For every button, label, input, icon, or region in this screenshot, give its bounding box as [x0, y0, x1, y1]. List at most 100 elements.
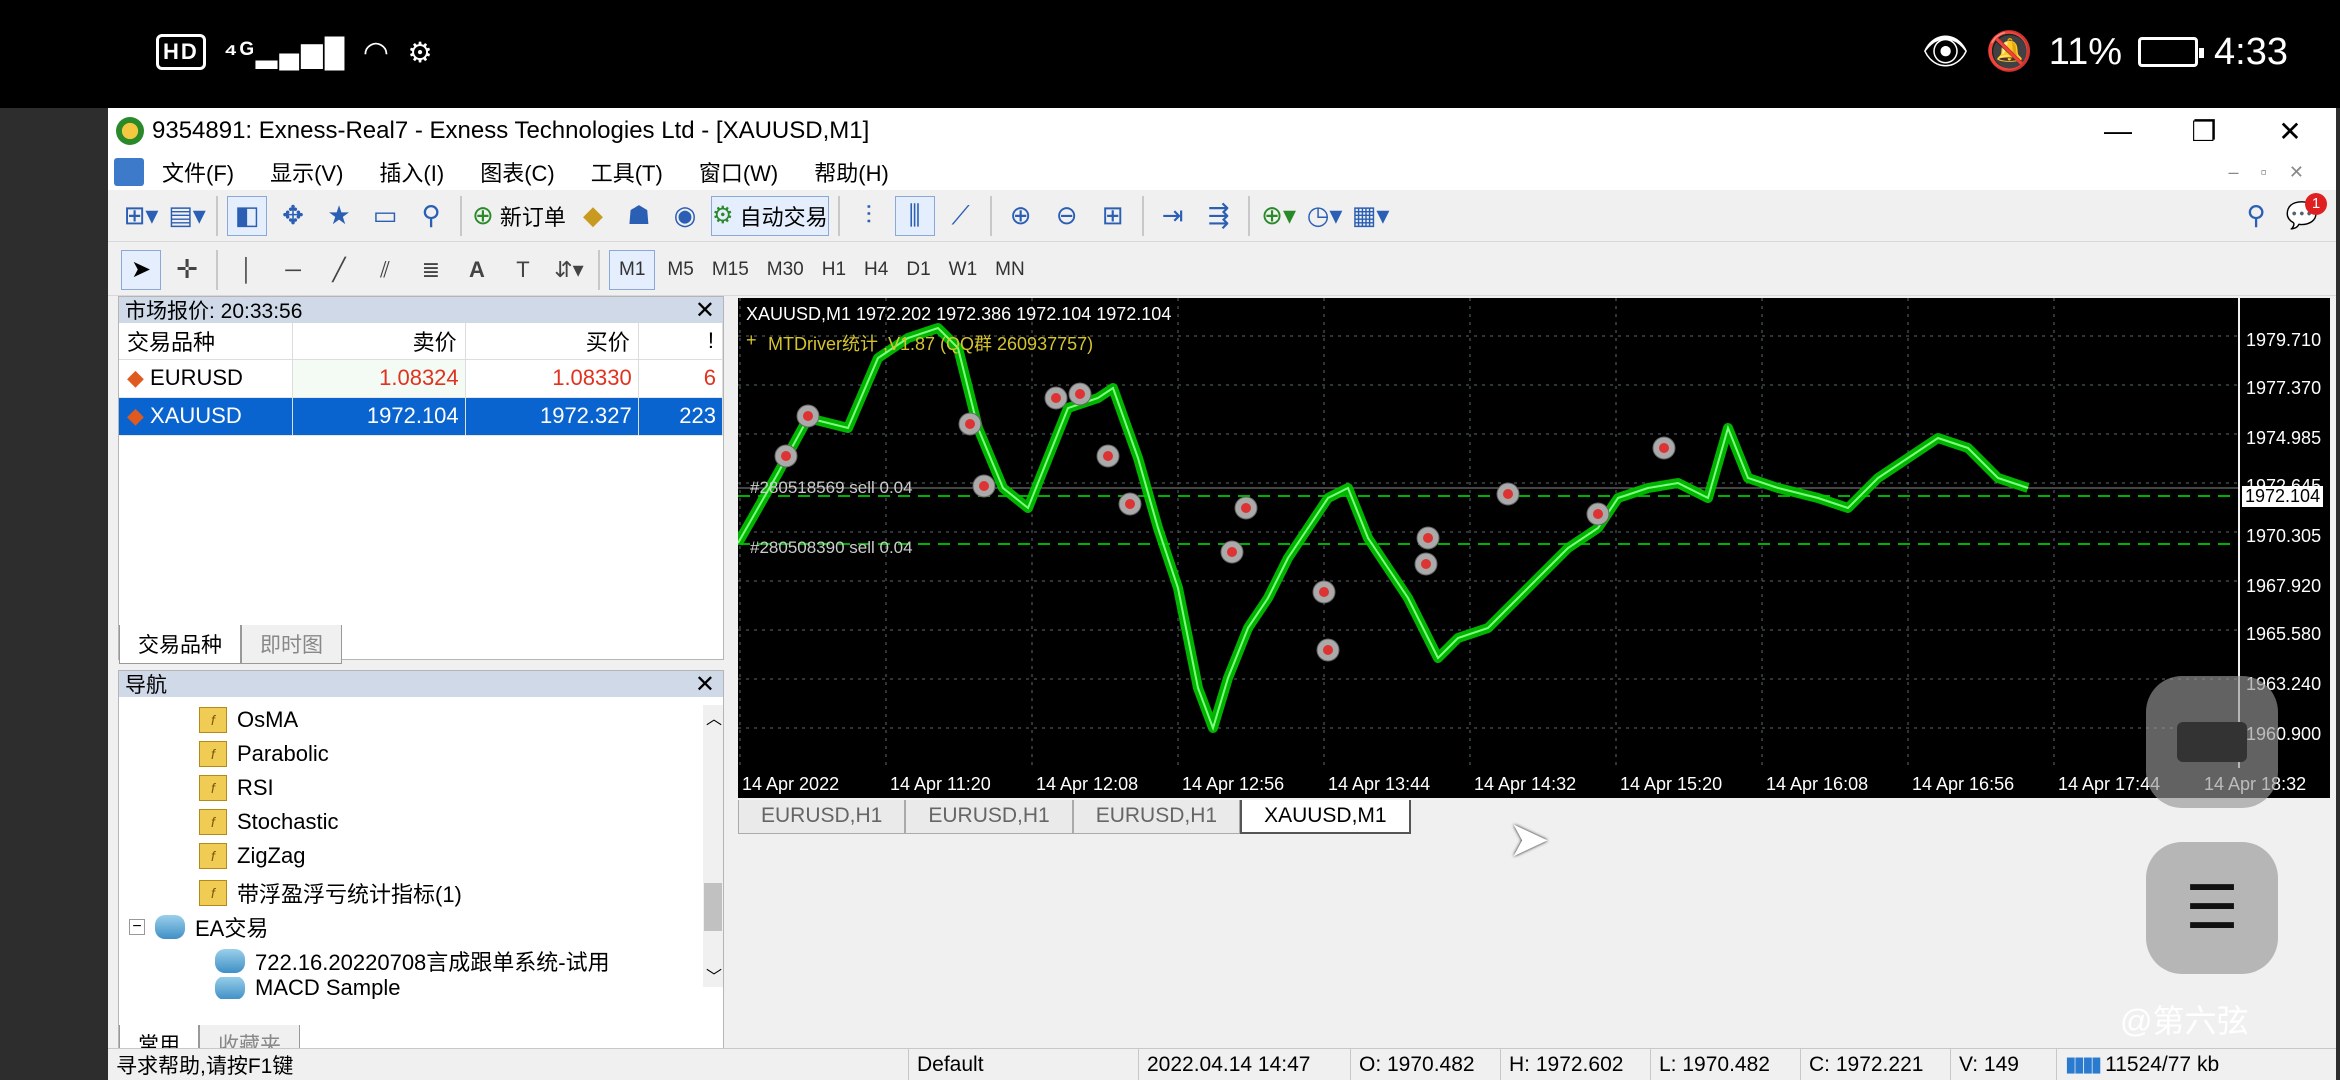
close-button[interactable]: ✕ [2248, 108, 2332, 154]
bar-chart-button[interactable]: ⫶ [849, 196, 889, 236]
menu-charts[interactable]: 图表(C) [462, 156, 573, 188]
menu-view[interactable]: 显示(V) [252, 156, 361, 188]
nav-item-zigzag[interactable]: f ZigZag [199, 843, 305, 869]
tab-tick-chart[interactable]: 即时图 [241, 625, 342, 664]
indicator-expand-icon[interactable]: + [746, 330, 757, 351]
nav-item-rsi[interactable]: f RSI [199, 775, 274, 801]
templates-button[interactable]: ▦▾ [1351, 196, 1391, 236]
menu-window[interactable]: 窗口(W) [681, 156, 796, 188]
new-order-button[interactable]: ⊕ 新订单 [471, 196, 567, 236]
menu-tools[interactable]: 工具(T) [573, 156, 681, 188]
menu-fab[interactable]: ☰ [2146, 842, 2278, 974]
timeframe-w1[interactable]: W1 [940, 259, 987, 281]
community-button[interactable]: ☗ [619, 196, 659, 236]
navigator-scrollbar[interactable]: ︿ ﹀ [703, 705, 723, 987]
arrows-tool[interactable]: ⇵▾ [549, 250, 589, 290]
table-row[interactable]: ◆ XAUUSD 1972.104 1972.327 223 [119, 397, 724, 436]
new-chart-button[interactable]: ⊞▾ [121, 196, 161, 236]
timeframe-m1[interactable]: M1 [609, 249, 656, 290]
auto-trading-button[interactable]: ⚙ 自动交易 [710, 195, 829, 236]
navigator-close-icon[interactable]: ✕ [695, 670, 723, 699]
timeframe-m5[interactable]: M5 [658, 259, 702, 281]
time-tick: 14 Apr 13:44 [1328, 774, 1431, 794]
tab-chart-eurusd-2[interactable]: EURUSD,H1 [905, 800, 1073, 834]
nav-item-parabolic[interactable]: f Parabolic [199, 741, 329, 767]
timeframe-h1[interactable]: H1 [813, 259, 855, 281]
fibonacci-tool[interactable]: ≣ [411, 250, 451, 290]
menu-help[interactable]: 帮助(H) [796, 156, 907, 188]
nav-item-stochastic[interactable]: f Stochastic [199, 809, 339, 835]
timeframe-h4[interactable]: H4 [855, 259, 897, 281]
nav-item-macd-sample[interactable]: MACD Sample [215, 977, 400, 999]
price-chart[interactable]: XAUUSD,M1 1972.202 1972.386 1972.104 197… [733, 298, 2238, 768]
market-watch-header: 市场报价: 20:33:56 ✕ [119, 296, 723, 325]
notifications-button[interactable]: 💬 1 [2282, 192, 2327, 236]
trade-marker-dot [1593, 509, 1603, 519]
chart-canvas[interactable] [733, 298, 2238, 768]
order-label-2[interactable]: #280508390 sell 0.04 [750, 538, 913, 558]
vertical-line-tool[interactable]: │ [227, 250, 267, 290]
horizontal-line-tool[interactable]: ─ [273, 250, 313, 290]
mdi-controls[interactable]: –▫✕ [2229, 162, 2326, 183]
periods-button[interactable]: ◷▾ [1305, 196, 1345, 236]
zoom-in-button[interactable]: ⊕ [1001, 196, 1041, 236]
zoom-out-button[interactable]: ⊖ [1047, 196, 1087, 236]
col-spread[interactable]: ! [638, 323, 724, 360]
toolbar-separator [837, 195, 840, 236]
time-axis[interactable]: 14 Apr 2022 14 Apr 11:20 14 Apr 12:08 14… [738, 768, 2330, 798]
scroll-thumb[interactable] [704, 883, 722, 931]
scroll-down-icon[interactable]: ﹀ [706, 963, 722, 987]
tile-windows-button[interactable]: ⊞ [1093, 196, 1133, 236]
trendline-tool[interactable]: ╱ [319, 250, 359, 290]
phone-status-bar: HD ⁴ᴳ▂▄▆█ ◠ ⚙ 👁 🔕 11% 4:33 [0, 0, 2340, 108]
timeframe-d1[interactable]: D1 [897, 259, 939, 281]
market-watch-close-icon[interactable]: ✕ [695, 296, 723, 325]
data-window-button[interactable]: ✥ [273, 196, 313, 236]
timeframe-m15[interactable]: M15 [703, 259, 758, 281]
auto-scroll-button[interactable]: ⇶ [1199, 196, 1239, 236]
text-tool[interactable]: A [457, 250, 497, 290]
col-symbol[interactable]: 交易品种 [119, 323, 293, 360]
signals-button[interactable]: ◉ [665, 196, 705, 236]
minimize-button[interactable]: — [2076, 108, 2160, 154]
crosshair-tool[interactable]: ✛ [167, 250, 207, 290]
metaeditor-button[interactable]: ◆ [573, 196, 613, 236]
strategy-tester-button[interactable]: ⚲ [411, 196, 451, 236]
chart-shift-button[interactable]: ⇥ [1153, 196, 1193, 236]
candlestick-button[interactable]: ⫼ [894, 195, 935, 236]
timeframe-mn[interactable]: MN [986, 259, 1034, 281]
tab-chart-eurusd-1[interactable]: EURUSD,H1 [738, 800, 906, 834]
table-row[interactable]: ◆ EURUSD 1.08324 1.08330 6 [119, 359, 724, 398]
menu-insert[interactable]: 插入(I) [361, 156, 462, 188]
menu-file[interactable]: 文件(F) [144, 156, 252, 188]
tab-chart-eurusd-3[interactable]: EURUSD,H1 [1072, 800, 1241, 834]
equidistant-channel-tool[interactable]: ⫽ [365, 250, 405, 290]
line-chart-button[interactable]: ⟋ [941, 196, 981, 236]
cursor-tool[interactable]: ➤ [121, 249, 161, 290]
col-ask[interactable]: 买价 [465, 323, 639, 360]
text-label-tool[interactable]: T [503, 250, 543, 290]
tab-chart-xauusd[interactable]: XAUUSD,M1 [1240, 800, 1411, 834]
nav-item-osma[interactable]: f OsMA [199, 707, 298, 733]
symbol-cell[interactable]: ◆ EURUSD [119, 359, 293, 398]
status-help: 寻求帮助,请按F1键 [116, 1054, 294, 1078]
restore-button[interactable]: ❐ [2162, 108, 2246, 154]
search-icon[interactable]: ⚲ [2236, 196, 2276, 236]
order-label-1[interactable]: #280518569 sell 0.04 [750, 478, 913, 498]
indicators-button[interactable]: ⊕▾ [1259, 196, 1299, 236]
market-watch-toggle-button[interactable]: ◧ [227, 195, 267, 236]
nav-item-label: RSI [237, 775, 274, 800]
timeframe-m30[interactable]: M30 [758, 259, 813, 281]
symbol-cell[interactable]: ◆ XAUUSD [119, 397, 293, 436]
navigator-button[interactable]: ★ [319, 196, 359, 236]
terminal-button[interactable]: ▭ [365, 196, 405, 236]
nav-item-custom-indicator[interactable]: f 带浮盈浮亏统计指标(1) [199, 877, 462, 909]
tab-symbols[interactable]: 交易品种 [119, 625, 241, 664]
keyboard-fab[interactable] [2146, 676, 2278, 808]
nav-group-expert-advisors[interactable]: − EA交易 [129, 911, 268, 943]
nav-item-label: Stochastic [237, 809, 339, 834]
profiles-button[interactable]: ▤▾ [167, 196, 207, 236]
col-bid[interactable]: 卖价 [292, 323, 466, 360]
scroll-up-icon[interactable]: ︿ [706, 705, 722, 729]
nav-item-ea-copytrade[interactable]: 722.16.20220708言成跟单系统-试用 [215, 945, 610, 977]
